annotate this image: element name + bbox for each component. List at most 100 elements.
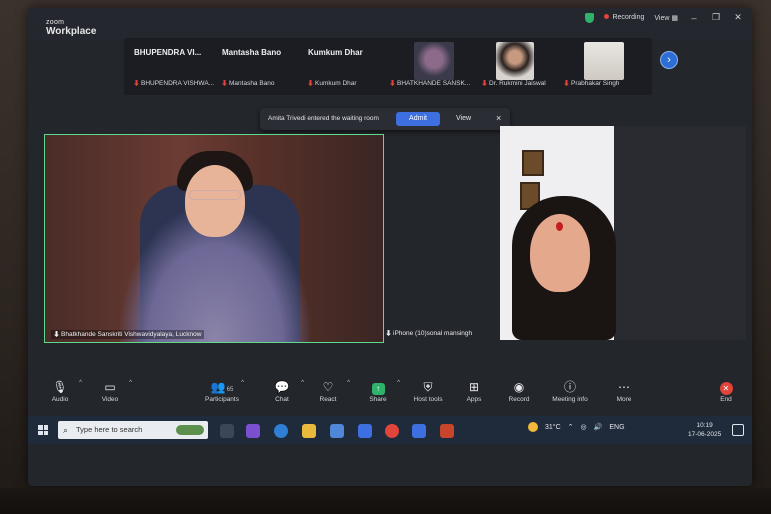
mic-off-icon [564, 80, 569, 86]
participant-tile[interactable]: Prabhakar Singh [564, 42, 650, 91]
participant-tile[interactable]: Mantasha Bano Mantasha Bano [222, 42, 300, 91]
chevron-up-icon[interactable]: ^ [347, 380, 350, 386]
participants-button[interactable]: 👥65 Participants ^ [196, 378, 248, 403]
host-tools-label: Host tools [413, 396, 443, 403]
mic-off-icon [482, 80, 487, 86]
view-label: View [654, 14, 670, 22]
minimize-icon[interactable]: – [688, 13, 700, 23]
shield-icon[interactable] [585, 12, 595, 23]
end-button[interactable]: ✕ End [700, 378, 752, 403]
close-banner-icon[interactable]: × [496, 113, 501, 123]
close-icon[interactable]: ✕ [732, 12, 744, 23]
restore-icon[interactable]: ❐ [710, 12, 722, 23]
search-placeholder: Type here to search [76, 425, 143, 434]
store-icon[interactable] [330, 424, 344, 438]
end-label: End [720, 396, 732, 403]
waiting-room-message: Amita Trivedi entered the waiting room [268, 115, 379, 122]
apps-label: Apps [466, 396, 482, 403]
record-button[interactable]: ◉ Record [493, 378, 545, 403]
copilot-icon[interactable] [246, 424, 260, 438]
video-label: Video [101, 396, 119, 403]
taskbar-clock[interactable]: 10:19 17-06-2025 [688, 421, 721, 439]
powerpoint-icon[interactable] [440, 424, 454, 438]
participant-name: Kumkum Dhar [308, 48, 363, 57]
windows-start-icon[interactable] [38, 425, 48, 435]
more-label: More [616, 396, 632, 403]
audio-label: Audio [51, 396, 69, 403]
participant-name: Mantasha Bano [222, 48, 282, 57]
participants-label: Participants [205, 396, 239, 403]
chat-button[interactable]: 💬 Chat ^ [256, 378, 308, 403]
participant-video-thumb [584, 42, 624, 80]
mic-off-icon [134, 80, 139, 86]
share-label: Share [369, 396, 387, 403]
chat-label: Chat [275, 396, 289, 403]
end-icon: ✕ [719, 382, 733, 395]
more-icon: ⋯ [618, 380, 630, 394]
more-button[interactable]: ⋯ More [598, 378, 650, 403]
participant-label: Mantasha Bano [222, 80, 275, 87]
notification-icon[interactable] [732, 424, 744, 436]
video-button[interactable]: ▭ Video ^ [84, 378, 136, 403]
title-bar-right: Recording View ▦ – ❐ ✕ [585, 12, 744, 23]
edge-icon[interactable] [274, 424, 288, 438]
participant-tile[interactable]: BHUPENDRA VI... BHUPENDRA VISHWA... [134, 42, 224, 91]
volume-icon[interactable]: 🔊 [594, 423, 603, 431]
chevron-up-icon[interactable]: ^ [79, 380, 82, 386]
shield-icon: ⛨ [423, 380, 433, 394]
system-tray: 31°C ⌃ ◎ 🔊 ENG [528, 422, 625, 432]
network-icon[interactable]: ◎ [581, 423, 587, 431]
recording-indicator[interactable]: Recording [604, 14, 644, 21]
clock-date: 17-06-2025 [688, 431, 722, 438]
recording-label: Recording [612, 14, 645, 21]
host-tools-button[interactable]: ⛨ Host tools [402, 378, 454, 403]
chevron-up-icon[interactable]: ^ [129, 380, 132, 386]
chevron-up-icon[interactable]: ^ [241, 380, 244, 386]
weather-icon[interactable] [528, 422, 538, 432]
bindi [556, 222, 563, 231]
view-button[interactable]: View ▦ [654, 14, 678, 22]
participant-person [508, 196, 618, 340]
projected-screen: zoom Workplace Recording View ▦ – ❐ ✕ BH… [28, 8, 752, 486]
participant-tile[interactable]: Dr. Rukmini Jaiswal [482, 42, 568, 91]
zoom-brand: zoom Workplace [46, 18, 96, 37]
wall-frame [522, 150, 544, 176]
view-waiting-button[interactable]: View [456, 115, 471, 122]
meeting-info-button[interactable]: ⓘ Meeting info [544, 378, 596, 403]
meeting-controls: 🎙 Audio ^ ▭ Video ^ 👥65 Participants ^ 💬 Chat ^ … [28, 374, 752, 416]
mic-off-icon [54, 331, 59, 337]
admit-button[interactable]: Admit [396, 112, 440, 126]
share-button[interactable]: ↑ Share ^ [352, 378, 404, 403]
second-participant-video[interactable] [500, 126, 746, 340]
participants-count: 65 [226, 387, 234, 393]
participant-video-thumb [496, 42, 534, 80]
share-icon: ↑ [371, 383, 385, 395]
record-label: Record [508, 396, 530, 403]
participant-name: BHUPENDRA VI... [134, 48, 202, 57]
chevron-up-icon[interactable]: ^ [397, 380, 400, 386]
react-button[interactable]: ♡ React ^ [302, 378, 354, 403]
outlook-icon[interactable] [358, 424, 372, 438]
task-view-icon[interactable] [220, 424, 234, 438]
chrome-icon[interactable] [385, 424, 399, 438]
participant-label: Prabhakar Singh [564, 80, 619, 87]
active-speaker-video[interactable]: Bhatkhande Sanskriti Vishwavidyalaya, Lu… [44, 134, 384, 343]
file-explorer-icon[interactable] [302, 424, 316, 438]
zoom-icon[interactable] [412, 424, 426, 438]
waiting-room-banner: Amita Trivedi entered the waiting room A… [260, 108, 510, 130]
title-bar: zoom Workplace Recording View ▦ – ❐ ✕ [28, 8, 752, 40]
speaker-glasses [189, 190, 241, 200]
tray-overflow-icon[interactable]: ⌃ [568, 423, 574, 431]
language-indicator[interactable]: ENG [609, 424, 624, 431]
participant-label: Kumkum Dhar [308, 80, 357, 87]
mic-off-icon [222, 80, 227, 86]
participant-strip: BHUPENDRA VI... BHUPENDRA VISHWA... Mant… [124, 38, 652, 95]
participant-tile[interactable]: BHATKHANDE SANSK... [390, 42, 486, 91]
participant-tile[interactable]: Kumkum Dhar Kumkum Dhar [308, 42, 388, 91]
audio-button[interactable]: 🎙 Audio ^ [34, 378, 86, 403]
record-dot-icon [604, 14, 610, 19]
next-page-button[interactable]: › [660, 51, 678, 69]
search-highlight-image [176, 425, 204, 435]
temperature[interactable]: 31°C [545, 424, 561, 431]
taskbar-search-box[interactable]: ⌕ Type here to search [58, 421, 208, 439]
